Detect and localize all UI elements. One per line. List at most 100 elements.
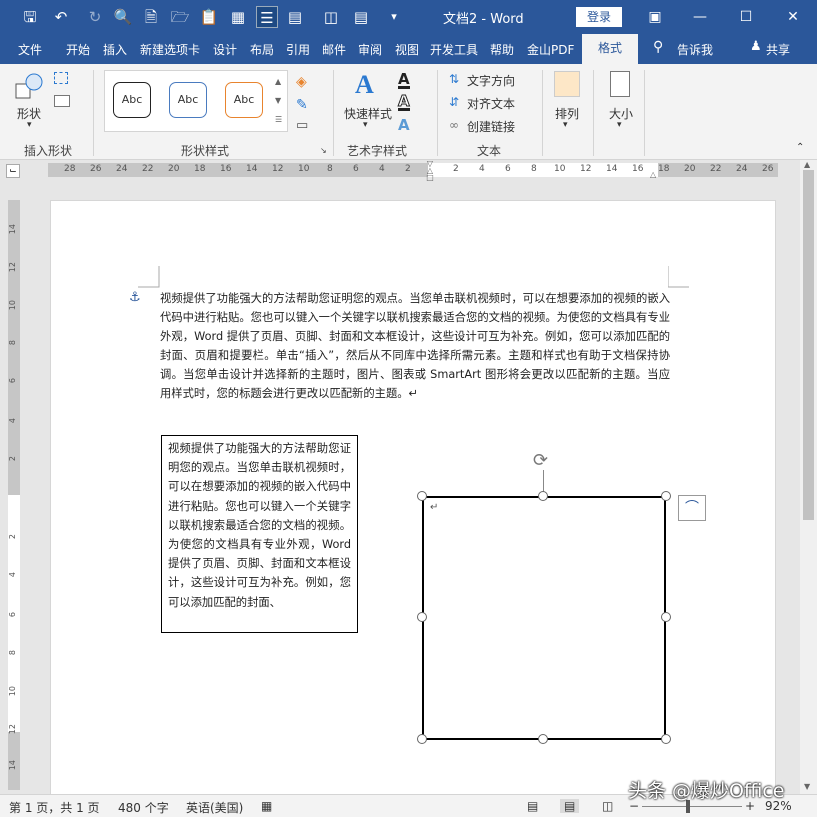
quick-styles-label[interactable]: 快速样式 bbox=[344, 105, 392, 122]
tab-format[interactable]: 格式 bbox=[582, 34, 638, 64]
tab-mailings[interactable]: 邮件 bbox=[322, 41, 346, 58]
tab-review[interactable]: 审阅 bbox=[358, 41, 382, 58]
tab-developer[interactable]: 开发工具 bbox=[430, 41, 478, 58]
size-dropdown-icon[interactable]: ▾ bbox=[617, 120, 622, 130]
shape-dropdown-icon[interactable]: ▾ bbox=[27, 120, 32, 130]
print-preview-icon[interactable]: 🔍 bbox=[112, 6, 134, 28]
resize-handle-left[interactable] bbox=[417, 612, 427, 622]
ruler-tick-label: 8 bbox=[327, 164, 333, 174]
resize-handle-bottom-left[interactable] bbox=[417, 734, 427, 744]
shape-style-black[interactable]: Abc bbox=[113, 82, 151, 118]
ruler-tick-label: 10 bbox=[554, 164, 566, 174]
align-text-icon[interactable]: ⇵ bbox=[449, 95, 459, 109]
tab-wps-pdf[interactable]: 金山PDF bbox=[527, 41, 574, 58]
text-box-content: 视频提供了功能强大的方法帮助您证明您的观点。当您单击联机视频时，可以在想要添加的… bbox=[168, 442, 351, 609]
dialog-launcher-icon[interactable]: ↘ bbox=[320, 146, 327, 155]
language-indicator[interactable]: 英语(美国) bbox=[186, 799, 243, 816]
minimize-icon[interactable]: — bbox=[689, 6, 711, 28]
align-text-button[interactable]: 对齐文本 bbox=[467, 95, 515, 112]
right-indent-marker-icon[interactable]: △ bbox=[650, 170, 656, 179]
pagebreak-icon[interactable]: ▤ bbox=[350, 6, 372, 28]
page-count[interactable]: 第 1 页，共 1 页 bbox=[9, 799, 100, 816]
resize-handle-top-right[interactable] bbox=[661, 491, 671, 501]
macro-record-icon[interactable]: ▦ bbox=[261, 799, 272, 813]
ruler-tick-label: 4 bbox=[479, 164, 485, 174]
tab-references[interactable]: 引用 bbox=[286, 41, 310, 58]
text-direction-button[interactable]: 文字方向 bbox=[467, 72, 515, 89]
scroll-up-icon[interactable]: ▲ bbox=[804, 160, 810, 169]
word-count[interactable]: 480 个字 bbox=[118, 799, 169, 816]
collapse-ribbon-icon[interactable]: ⌃ bbox=[796, 142, 804, 153]
shape-outline-icon[interactable]: ✎ bbox=[296, 97, 308, 113]
scroll-thumb[interactable] bbox=[803, 170, 814, 520]
redo-icon[interactable]: ↻ bbox=[84, 6, 106, 28]
close-icon[interactable]: ✕ bbox=[782, 6, 804, 28]
table-icon[interactable]: ▦ bbox=[227, 6, 249, 28]
resize-handle-right[interactable] bbox=[661, 612, 671, 622]
tab-insert[interactable]: 插入 bbox=[103, 41, 127, 58]
text-box[interactable]: 视频提供了功能强大的方法帮助您证明您的观点。当您单击联机视频时，可以在想要添加的… bbox=[161, 435, 358, 633]
undo-icon[interactable]: ↶ bbox=[50, 6, 72, 28]
web-layout-view-icon[interactable]: ◫ bbox=[602, 799, 613, 813]
quick-styles-icon[interactable]: A bbox=[355, 70, 374, 100]
ribbon-display-icon[interactable]: ▣ bbox=[644, 6, 666, 28]
text-box-icon[interactable] bbox=[54, 95, 70, 107]
tab-design[interactable]: 设计 bbox=[213, 41, 237, 58]
zoom-slider[interactable] bbox=[642, 806, 742, 807]
multi-page-icon[interactable]: ◫ bbox=[320, 6, 342, 28]
tab-home[interactable]: 开始 bbox=[66, 41, 90, 58]
login-button[interactable]: 登录 bbox=[576, 7, 622, 27]
shape-fill-icon[interactable]: ◈ bbox=[296, 74, 307, 90]
vertical-scrollbar[interactable]: ▲ ▼ bbox=[800, 160, 817, 794]
text-fill-icon[interactable]: A bbox=[398, 72, 410, 89]
size-icon[interactable] bbox=[610, 71, 630, 97]
tab-help[interactable]: 帮助 bbox=[490, 41, 514, 58]
resize-handle-top-left[interactable] bbox=[417, 491, 427, 501]
customize-qat-icon[interactable]: ▾ bbox=[383, 6, 405, 28]
arrange-icon[interactable] bbox=[554, 71, 580, 97]
tab-file[interactable]: 文件 bbox=[18, 41, 42, 58]
text-direction-icon[interactable]: ⇅ bbox=[449, 72, 459, 86]
shape-style-blue[interactable]: Abc bbox=[169, 82, 207, 118]
quick-styles-dropdown-icon[interactable]: ▾ bbox=[363, 120, 368, 130]
print-layout-view-icon[interactable]: ▤ bbox=[560, 799, 580, 813]
ruler-tick-label: 8 bbox=[8, 650, 17, 656]
tab-selector-icon[interactable]: ⌙ bbox=[6, 164, 20, 178]
arrange-dropdown-icon[interactable]: ▾ bbox=[563, 120, 568, 130]
new-document-icon[interactable]: 🗎 bbox=[140, 6, 162, 28]
save-icon[interactable]: 🖫 bbox=[19, 6, 41, 28]
gallery-scroll-icon[interactable]: ▲ ▼ ☰ bbox=[275, 72, 282, 129]
resize-handle-top[interactable] bbox=[538, 491, 548, 501]
link-icon[interactable]: ∞ bbox=[449, 118, 459, 132]
create-link-button[interactable]: 创建链接 bbox=[467, 118, 515, 135]
tab-view[interactable]: 视图 bbox=[395, 41, 419, 58]
tab-new-tab[interactable]: 新建选项卡 bbox=[140, 41, 200, 58]
resize-handle-bottom[interactable] bbox=[538, 734, 548, 744]
share-button[interactable]: 共享 bbox=[766, 41, 790, 58]
maximize-icon[interactable]: ☐ bbox=[735, 6, 757, 28]
web-layout-icon[interactable]: ▤ bbox=[284, 6, 306, 28]
ruler-tick-label: 18 bbox=[194, 164, 206, 174]
edit-shape-icon[interactable] bbox=[54, 72, 68, 84]
text-effects-icon[interactable]: A bbox=[398, 116, 410, 134]
anchor-icon[interactable]: ⚓ bbox=[129, 290, 141, 305]
shape-effects-icon[interactable]: ▭ bbox=[296, 118, 308, 133]
body-paragraph[interactable]: 视频提供了功能强大的方法帮助您证明您的观点。当您单击联机视频时，可以在想要添加的… bbox=[160, 289, 670, 403]
shapes-icon[interactable] bbox=[14, 72, 46, 102]
indent-marker-icon[interactable]: ▽ △ □ bbox=[425, 160, 435, 182]
layout-options-icon[interactable]: ⌒ bbox=[678, 495, 706, 521]
open-folder-icon[interactable]: 🗁 bbox=[169, 6, 191, 28]
read-mode-icon[interactable]: ☰ bbox=[256, 6, 278, 28]
read-mode-view-icon[interactable]: ▤ bbox=[527, 799, 538, 813]
text-outline-icon[interactable]: A bbox=[398, 93, 410, 111]
shape-style-orange[interactable]: Abc bbox=[225, 82, 263, 118]
resize-handle-bottom-right[interactable] bbox=[661, 734, 671, 744]
scroll-down-icon[interactable]: ▼ bbox=[804, 782, 810, 791]
selected-shape[interactable]: ↵ bbox=[422, 496, 666, 740]
ruler-tick-label: 8 bbox=[531, 164, 537, 174]
tab-layout[interactable]: 布局 bbox=[250, 41, 274, 58]
rotate-handle-icon[interactable]: ⟳ bbox=[533, 450, 548, 471]
paste-icon[interactable]: 📋 bbox=[198, 6, 220, 28]
tell-me-search[interactable]: 告诉我 bbox=[677, 41, 713, 58]
ruler-tick-label: 18 bbox=[658, 164, 670, 174]
